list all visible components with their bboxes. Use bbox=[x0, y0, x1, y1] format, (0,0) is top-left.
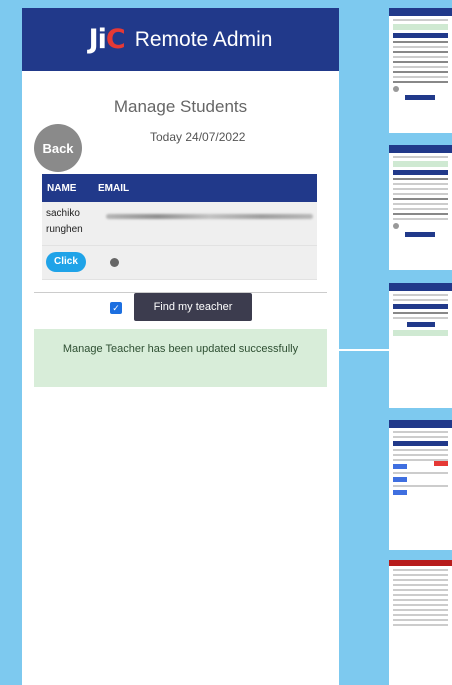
page-title: Manage Students bbox=[113, 97, 248, 116]
action-cell: Click bbox=[42, 246, 98, 279]
phone-screen: JiC Remote Admin Manage Students Back To… bbox=[22, 8, 339, 685]
student-name-cell: sachiko runghen bbox=[42, 202, 98, 245]
student-first-name: sachiko bbox=[46, 208, 80, 219]
table-row: sachiko runghen bbox=[42, 202, 317, 246]
table-header: NAME EMAIL bbox=[42, 174, 317, 202]
thumbnail-3 bbox=[389, 283, 452, 408]
date-label: Today 24/07/2022 bbox=[150, 130, 246, 144]
connector-line bbox=[339, 349, 389, 351]
thumbnail-1 bbox=[389, 8, 452, 133]
students-table: NAME EMAIL sachiko runghen Click bbox=[42, 174, 317, 280]
success-alert: Manage Teacher has been updated successf… bbox=[34, 329, 327, 387]
find-teacher-button[interactable]: Find my teacher bbox=[134, 293, 252, 321]
find-teacher-checkbox[interactable]: ✓ bbox=[110, 302, 122, 314]
app-header: JiC Remote Admin bbox=[22, 8, 339, 71]
thumbnail-2 bbox=[389, 145, 452, 270]
thumbnail-5 bbox=[389, 560, 452, 685]
column-header-email: EMAIL bbox=[98, 182, 130, 194]
app-title: Remote Admin bbox=[134, 27, 273, 51]
jic-logo: JiC bbox=[88, 24, 126, 55]
redacted-email bbox=[106, 214, 313, 219]
column-header-name: NAME bbox=[47, 182, 77, 194]
student-email-cell bbox=[98, 202, 317, 245]
back-button[interactable]: Back bbox=[34, 124, 82, 172]
click-button[interactable]: Click bbox=[46, 252, 86, 272]
student-last-name: runghen bbox=[46, 224, 83, 235]
status-cell bbox=[98, 246, 317, 279]
table-row-actions: Click bbox=[42, 246, 317, 280]
status-dot-icon bbox=[110, 258, 119, 267]
thumbnail-4 bbox=[389, 420, 452, 550]
